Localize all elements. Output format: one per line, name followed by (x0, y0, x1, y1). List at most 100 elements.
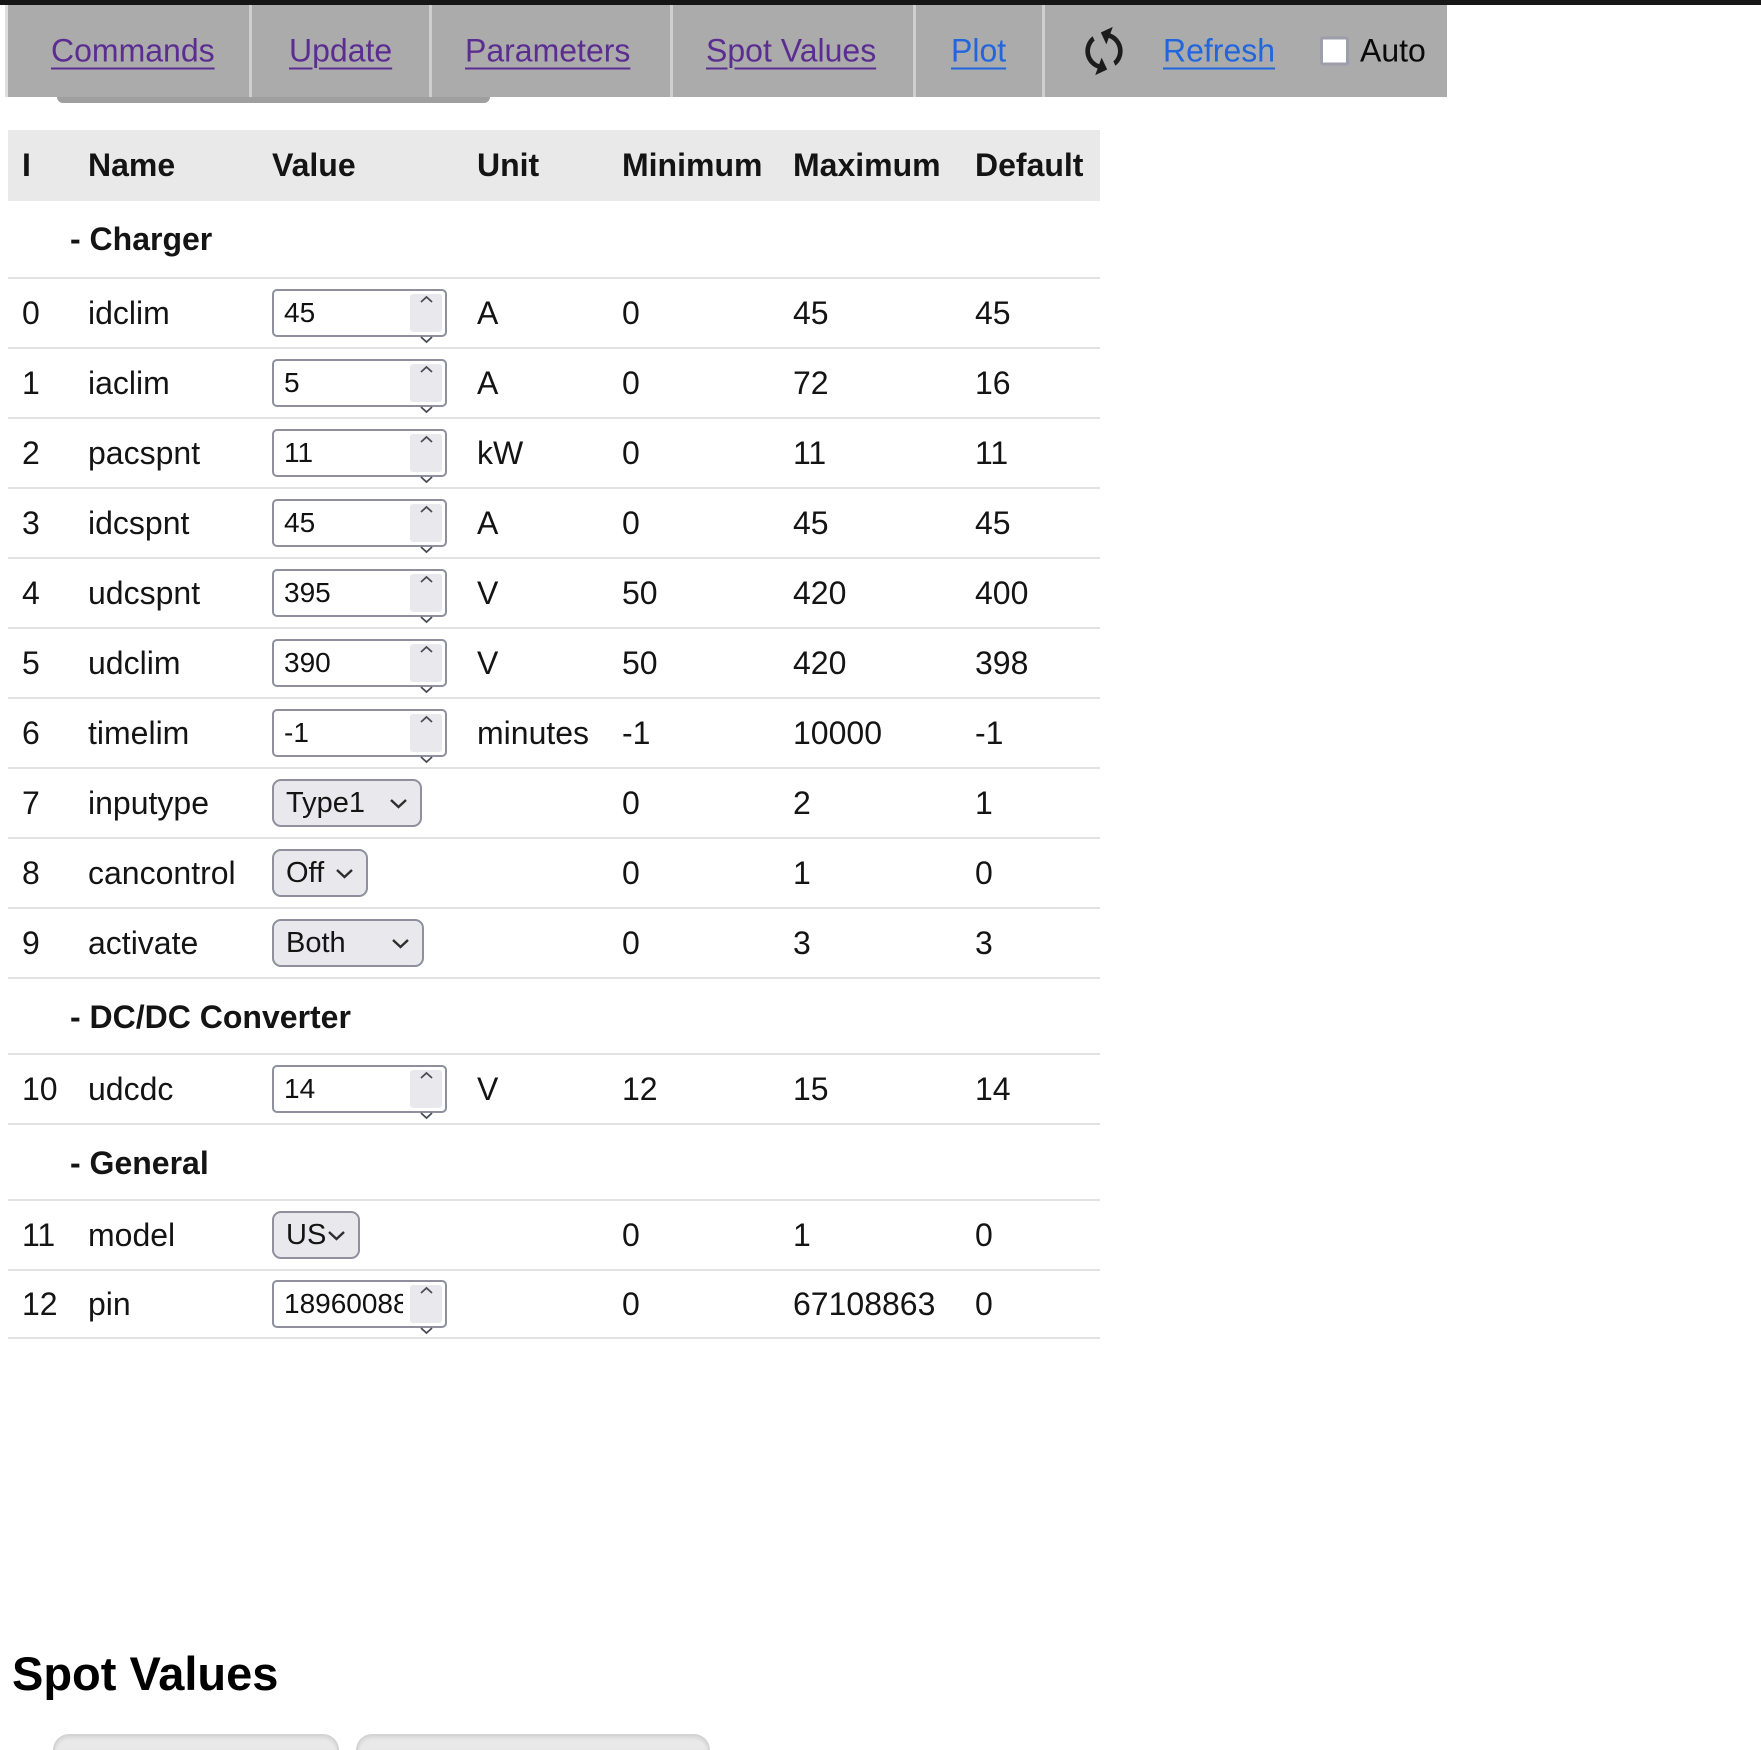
spinner-up-icon[interactable] (419, 345, 434, 382)
param-maximum: 67108863 (793, 1285, 936, 1322)
param-index: 7 (22, 784, 40, 821)
param-row-udcdc: 10 udcdc V 12 15 14 (8, 1053, 1100, 1123)
param-value-cell (272, 1280, 477, 1334)
param-number-field (272, 569, 447, 623)
param-value-cell (272, 359, 477, 413)
nav-link-parameters[interactable]: Parameters (465, 33, 630, 70)
spinner-up-icon[interactable] (419, 275, 434, 312)
param-value-cell: Type1 (272, 779, 477, 827)
param-value-cell (272, 499, 477, 553)
number-spinner[interactable] (410, 504, 442, 553)
param-index: 6 (22, 714, 40, 751)
spinner-up-icon[interactable] (419, 485, 434, 522)
param-row-udclim: 5 udclim V 50 420 398 (8, 627, 1100, 697)
number-spinner[interactable] (410, 644, 442, 693)
param-maximum: 45 (793, 294, 829, 331)
number-spinner[interactable] (410, 574, 442, 623)
section-header: - General (8, 1123, 1100, 1199)
refresh-icon[interactable] (1068, 15, 1140, 87)
param-minimum: 0 (622, 1285, 640, 1322)
param-name: iaclim (88, 364, 170, 401)
param-value-cell: Both (272, 919, 477, 967)
param-minimum: 50 (622, 644, 658, 681)
param-maximum: 11 (793, 434, 827, 471)
col-header-i: I (22, 147, 31, 183)
nav-link-spot-values[interactable]: Spot Values (706, 33, 876, 70)
param-name: activate (88, 924, 199, 961)
spinner-down-icon[interactable] (419, 1091, 434, 1128)
param-number-field (272, 1280, 447, 1334)
nav-link-commands[interactable]: Commands (51, 33, 215, 70)
spot-values-button-partial-1[interactable] (53, 1734, 339, 1750)
chevron-down-icon (327, 1230, 346, 1241)
param-value-select[interactable]: Off (272, 849, 368, 897)
param-minimum: 0 (622, 854, 640, 891)
number-spinner[interactable] (410, 294, 442, 343)
col-header-maximum: Maximum (793, 147, 941, 183)
number-spinner[interactable] (410, 714, 442, 763)
param-number-field (272, 289, 447, 343)
number-spinner[interactable] (410, 364, 442, 413)
param-index: 10 (22, 1070, 58, 1107)
param-row-pacspnt: 2 pacspnt kW 0 11 11 (8, 417, 1100, 487)
table-header-row: I Name Value Unit Minimum Maximum Defaul… (8, 130, 1100, 201)
param-value-select[interactable]: US (272, 1211, 360, 1259)
param-default: 0 (975, 854, 993, 891)
param-maximum: 1 (793, 854, 811, 891)
spinner-down-icon[interactable] (419, 735, 434, 772)
spot-values-button-partial-2[interactable] (356, 1734, 710, 1750)
param-default: 0 (975, 1285, 993, 1322)
param-number-field (272, 499, 447, 553)
param-name: idclim (88, 294, 170, 331)
param-minimum: 0 (622, 364, 640, 401)
param-value-select[interactable]: Type1 (272, 779, 422, 827)
param-value-cell: US (272, 1211, 477, 1259)
param-row-iaclim: 1 iaclim A 0 72 16 (8, 347, 1100, 417)
param-maximum: 45 (793, 504, 829, 541)
param-default: 16 (975, 364, 1011, 401)
number-spinner[interactable] (410, 1285, 442, 1334)
param-index: 5 (22, 644, 40, 681)
param-maximum: 3 (793, 924, 811, 961)
param-default: 14 (975, 1070, 1011, 1107)
number-spinner[interactable] (410, 434, 442, 483)
spinner-up-icon[interactable] (419, 1266, 434, 1303)
param-default: 0 (975, 1216, 993, 1253)
param-index: 8 (22, 854, 40, 891)
param-row-idcspnt: 3 idcspnt A 0 45 45 (8, 487, 1100, 557)
nav-link-plot[interactable]: Plot (951, 33, 1006, 70)
table-body: - Charger0idclimA045451iaclimA072162pacs… (8, 201, 1100, 1339)
param-default: 11 (975, 434, 1009, 471)
param-unit: minutes (477, 714, 590, 751)
param-maximum: 420 (793, 574, 847, 611)
param-value-cell (272, 569, 477, 623)
param-index: 12 (22, 1285, 58, 1322)
param-minimum: 0 (622, 1216, 640, 1253)
spinner-down-icon[interactable] (419, 1306, 434, 1343)
param-default: 400 (975, 574, 1029, 611)
param-default: 45 (975, 504, 1011, 541)
param-name: idcspnt (88, 504, 190, 541)
param-maximum: 72 (793, 364, 829, 401)
param-maximum: 420 (793, 644, 847, 681)
number-spinner[interactable] (410, 1070, 442, 1119)
param-minimum: 0 (622, 784, 640, 821)
nav-link-update[interactable]: Update (289, 33, 392, 70)
param-row-timelim: 6 timelim minutes -1 10000 -1 (8, 697, 1100, 767)
spinner-up-icon[interactable] (419, 415, 434, 452)
param-number-field (272, 639, 447, 693)
auto-checkbox[interactable] (1320, 36, 1349, 66)
nav-link-refresh[interactable]: Refresh (1163, 33, 1275, 70)
param-value-select[interactable]: Both (272, 919, 424, 967)
param-value-cell (272, 639, 477, 693)
spinner-up-icon[interactable] (419, 555, 434, 592)
param-value-cell (272, 1065, 477, 1119)
param-row-inputype: 7 inputype Type1 0 2 1 (8, 767, 1100, 837)
spinner-up-icon[interactable] (419, 1051, 434, 1088)
spinner-up-icon[interactable] (419, 695, 434, 732)
param-unit: V (477, 574, 499, 611)
param-unit: A (477, 504, 499, 541)
spinner-up-icon[interactable] (419, 625, 434, 662)
param-unit: V (477, 644, 499, 681)
col-header-minimum: Minimum (622, 147, 763, 183)
